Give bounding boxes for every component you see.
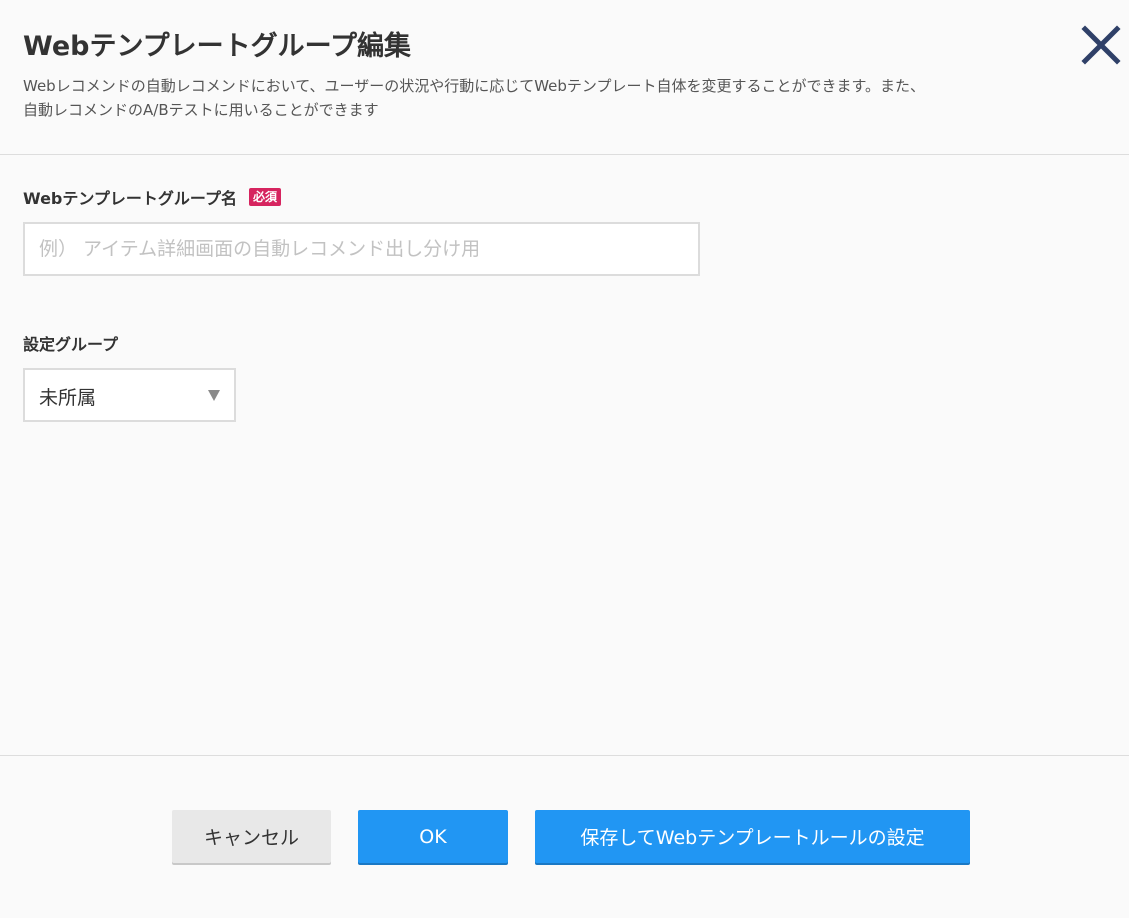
setting-group-select[interactable]: 未所属 xyxy=(23,368,236,422)
close-button[interactable] xyxy=(1080,24,1122,66)
close-icon xyxy=(1081,25,1121,65)
cancel-button[interactable]: キャンセル xyxy=(172,810,331,863)
dropdown-arrow-icon xyxy=(208,390,220,401)
group-field-label-text: 設定グループ xyxy=(23,335,119,354)
template-group-name-input[interactable] xyxy=(23,222,700,276)
group-field-label: 設定グループ xyxy=(23,331,118,355)
ok-button[interactable]: OK xyxy=(358,810,508,863)
footer-divider xyxy=(0,755,1129,756)
dialog-title: Webテンプレートグループ編集 xyxy=(23,31,412,62)
description-line: Webレコメンドの自動レコメンドにおいて、ユーザーの状況や行動に応じてWebテン… xyxy=(23,77,925,95)
dialog-description: Webレコメンドの自動レコメンドにおいて、ユーザーの状況や行動に応じてWebテン… xyxy=(23,74,1053,122)
name-field-label: Webテンプレートグループ名 必須 xyxy=(23,185,281,209)
dialog-header: Webテンプレートグループ編集 Webレコメンドの自動レコメンドにおいて、ユーザ… xyxy=(0,0,1129,155)
save-and-configure-rules-button[interactable]: 保存してWebテンプレートルールの設定 xyxy=(535,810,970,863)
name-field-label-text: Webテンプレートグループ名 xyxy=(23,189,237,208)
template-group-edit-dialog: Webテンプレートグループ編集 Webレコメンドの自動レコメンドにおいて、ユーザ… xyxy=(0,0,1129,918)
setting-group-selected-value: 未所属 xyxy=(39,387,97,409)
description-line: 自動レコメンドのA/Bテストに用いることができます xyxy=(23,101,379,119)
required-badge: 必須 xyxy=(248,188,281,206)
